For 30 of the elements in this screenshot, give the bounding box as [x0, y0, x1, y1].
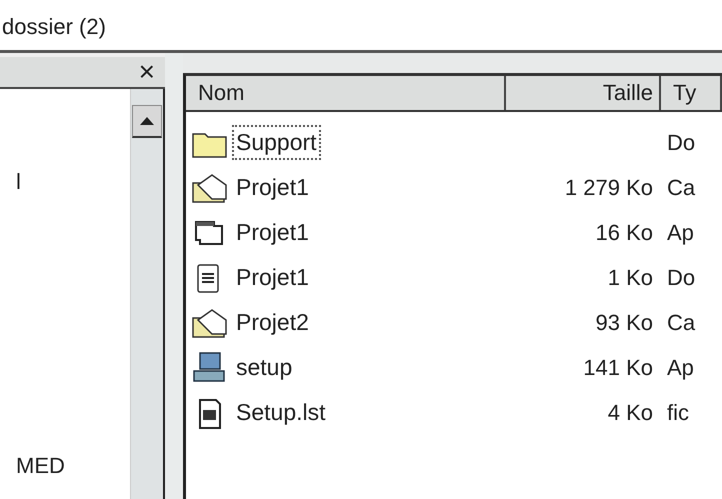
file-type: Ap: [666, 354, 695, 380]
tree-item[interactable]: MED: [16, 453, 130, 479]
file-name[interactable]: Projet1: [232, 170, 313, 205]
file-name[interactable]: Setup.lst: [232, 395, 330, 430]
file-type: Do: [666, 264, 696, 290]
column-header[interactable]: Nom: [186, 76, 506, 110]
file-type: Ca: [666, 310, 696, 336]
scrollbar[interactable]: [130, 89, 165, 499]
file-name[interactable]: setup: [232, 350, 296, 385]
tree-item[interactable]: l: [16, 169, 130, 195]
file-type: fic: [666, 400, 690, 426]
window-title: dossier (2): [1, 13, 107, 38]
file-size: 1 Ko: [606, 264, 654, 290]
file-type: Do: [666, 130, 696, 156]
file-size: 141 Ko: [582, 354, 654, 380]
close-button[interactable]: ×: [138, 58, 155, 86]
file-size: 1 279 Ko: [564, 174, 654, 200]
file-size: 4 Ko: [606, 400, 654, 426]
file-type: Ap: [666, 220, 695, 246]
file-name[interactable]: Projet1: [232, 215, 313, 250]
scroll-up-button[interactable]: [132, 105, 162, 138]
column-header[interactable]: Taille: [506, 76, 661, 110]
file-size: 93 Ko: [594, 310, 654, 336]
file-name[interactable]: Projet1: [232, 260, 313, 295]
file-name[interactable]: Support: [232, 125, 321, 160]
up-arrow-icon: [140, 117, 154, 125]
file-name[interactable]: Projet2: [232, 305, 313, 340]
file-type: Ca: [666, 174, 696, 200]
column-header[interactable]: Ty: [661, 76, 722, 110]
file-size: 16 Ko: [594, 220, 654, 246]
